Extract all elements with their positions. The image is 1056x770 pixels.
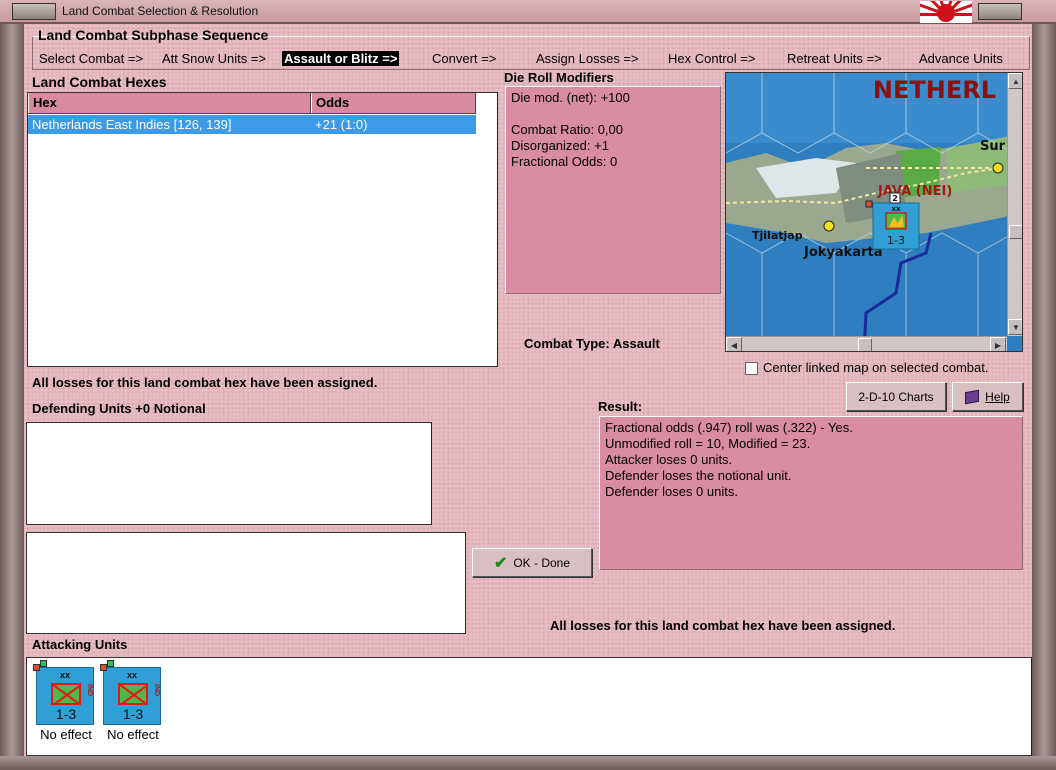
modifier-line: Combat Ratio: 0,00	[511, 122, 624, 137]
modifier-line: Die mod. (net): +100	[511, 90, 630, 105]
system-menu-button[interactable]	[12, 3, 56, 20]
infantry-symbol-icon	[51, 683, 81, 705]
scroll-right-button[interactable]: ▶	[990, 337, 1006, 351]
horizontal-scroll-thumb[interactable]	[858, 338, 872, 351]
bottom-border	[0, 756, 1056, 770]
unit-status: No effect	[40, 727, 92, 742]
table-row[interactable]: Netherlands East Indies [126, 139] +21 (…	[28, 115, 476, 134]
unit-nation: IND	[86, 684, 93, 697]
map-label-tjilatjap: Tjilatjap	[752, 229, 803, 242]
vertical-scroll-thumb[interactable]	[1009, 225, 1022, 239]
unit-marker	[100, 664, 107, 671]
result-box: Fractional odds (.947) roll was (.322) -…	[599, 416, 1023, 570]
combat-type: Combat Type: Assault	[524, 336, 660, 351]
losses-message-top: All losses for this land combat hex have…	[32, 375, 378, 390]
seq-hex-control: Hex Control =>	[668, 51, 756, 66]
scroll-down-button[interactable]: ▼	[1008, 319, 1022, 335]
close-window-button[interactable]	[978, 3, 1022, 20]
table-header: Hex Odds	[28, 93, 476, 114]
combat-type-value: Assault	[612, 336, 660, 351]
defending-units-list	[26, 422, 432, 525]
seq-retreat-units: Retreat Units =>	[787, 51, 882, 66]
svg-text:2: 2	[892, 194, 898, 203]
charts-button[interactable]: 2-D-10 Charts	[846, 382, 946, 411]
charts-button-label: 2-D-10 Charts	[858, 389, 934, 404]
seq-att-snow-units: Att Snow Units =>	[162, 51, 267, 66]
unit-strength: 1-3	[55, 706, 77, 722]
modifier-line: Disorganized: +1	[511, 138, 609, 153]
center-map-label: Center linked map on selected combat.	[763, 360, 989, 375]
center-map-checkbox[interactable]	[745, 362, 758, 375]
map-horizontal-scrollbar[interactable]: ◀ ▶	[726, 336, 1007, 351]
book-icon	[965, 389, 980, 404]
combat-type-label: Combat Type:	[524, 336, 610, 351]
result-line: Unmodified roll = 10, Modified = 23.	[605, 436, 811, 451]
map-label-java: JAVA (NEI)	[877, 184, 952, 199]
unit-marker	[107, 660, 114, 667]
map-title: NETHERL	[873, 76, 996, 104]
rising-sun-flag-icon	[920, 1, 972, 23]
left-border	[0, 24, 24, 770]
cell-odds: +21 (1:0)	[315, 117, 368, 132]
help-button[interactable]: Help	[952, 382, 1023, 411]
unit-size: xx	[60, 670, 71, 680]
seq-assign-losses: Assign Losses =>	[536, 51, 639, 66]
cell-hex: Netherlands East Indies [126, 139]	[32, 117, 232, 132]
seq-advance-units: Advance Units	[919, 51, 1003, 66]
die-roll-modifiers-label: Die Roll Modifiers	[504, 70, 614, 85]
seq-assault-or-blitz: Assault or Blitz =>	[282, 51, 400, 66]
column-header-odds[interactable]: Odds	[311, 93, 476, 113]
modifier-line: Fractional Odds: 0	[511, 154, 618, 169]
unit-nation: IND	[153, 684, 160, 697]
linked-map[interactable]: NETHERL JAVA (NEI) Tjilatjap Jokyakarta …	[725, 72, 1023, 352]
defending-units-detail	[26, 532, 466, 634]
attacking-units-label: Attacking Units	[32, 637, 128, 652]
map-vertical-scrollbar[interactable]: ▲ ▼	[1007, 73, 1022, 336]
unit-status: No effect	[107, 727, 159, 742]
seq-convert: Convert =>	[432, 51, 497, 66]
help-button-label: Help	[985, 389, 1010, 404]
attacking-unit-counter[interactable]: xx IND 1-3	[100, 660, 161, 725]
window-title: Land Combat Selection & Resolution	[62, 4, 259, 18]
map-label-jokyakarta: Jokyakarta	[803, 245, 882, 260]
scroll-up-button[interactable]: ▲	[1008, 73, 1022, 89]
land-combat-hexes-label: Land Combat Hexes	[32, 74, 167, 90]
map-view: NETHERL JAVA (NEI) Tjilatjap Jokyakarta …	[726, 73, 1022, 351]
defending-units-label: Defending Units +0 Notional	[32, 401, 206, 416]
unit-marker	[40, 660, 47, 667]
column-header-hex[interactable]: Hex	[28, 93, 311, 113]
die-roll-modifiers-box: Die mod. (net): +100 Combat Ratio: 0,00 …	[505, 86, 721, 294]
attacking-unit-counter[interactable]: xx IND 1-3	[33, 660, 94, 725]
ok-done-label: OK - Done	[513, 555, 571, 570]
ok-done-button[interactable]: ✔ OK - Done	[472, 548, 592, 577]
attacking-units-list: xx IND 1-3 No effect xx IND 1-3 No effec…	[26, 657, 1032, 756]
result-line: Attacker loses 0 units.	[605, 452, 733, 467]
checkmark-icon: ✔	[493, 554, 508, 572]
unit-size: xx	[127, 670, 138, 680]
infantry-symbol-icon	[118, 683, 148, 705]
unit-strength: 1-3	[122, 706, 144, 722]
result-line: Defender loses the notional unit.	[605, 468, 792, 483]
map-label-sur: Sur	[980, 139, 1006, 154]
svg-text:xx: xx	[891, 205, 901, 213]
result-label: Result:	[598, 399, 643, 414]
result-line: Defender loses 0 units.	[605, 484, 738, 499]
land-combat-hexes-table: Hex Odds Netherlands East Indies [126, 1…	[27, 92, 498, 367]
right-border	[1032, 24, 1056, 770]
unit-marker	[33, 664, 40, 671]
modifier-line	[511, 106, 715, 122]
seq-select-combat: Select Combat =>	[39, 51, 144, 66]
scroll-left-button[interactable]: ◀	[726, 337, 742, 351]
losses-message-bottom: All losses for this land combat hex have…	[550, 618, 896, 633]
result-line: Fractional odds (.947) roll was (.322) -…	[605, 420, 853, 435]
svg-text:1-3: 1-3	[887, 234, 905, 247]
subphase-sequence-title: Land Combat Subphase Sequence	[38, 27, 269, 43]
